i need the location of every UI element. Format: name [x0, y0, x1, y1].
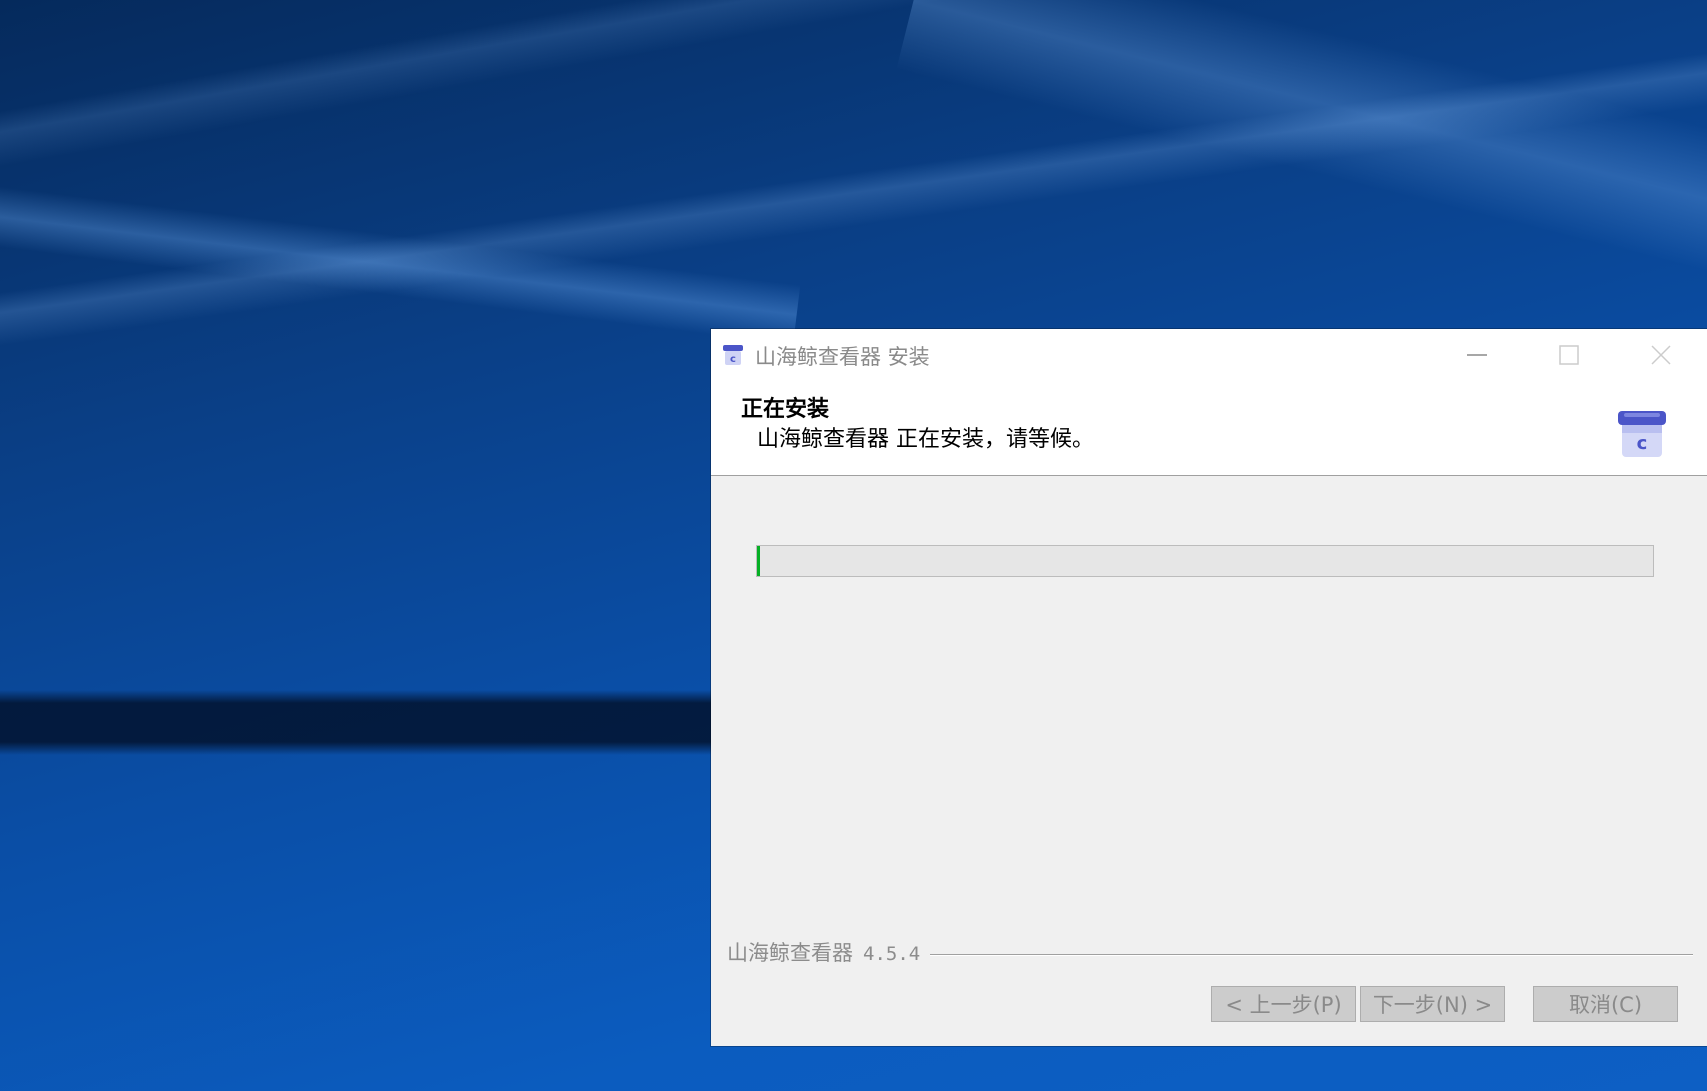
next-button[interactable]: 下一步(N) > — [1360, 986, 1505, 1022]
branding-name: 山海鲸查看器 — [727, 941, 853, 965]
progress-fill — [757, 546, 760, 576]
wallpaper-dark-band — [0, 690, 720, 755]
cancel-button[interactable]: 取消(C) — [1533, 986, 1678, 1022]
maximize-icon — [1559, 345, 1579, 365]
install-progress-bar — [756, 545, 1654, 577]
branding-text: 山海鲸查看器 4.5.4 — [727, 937, 931, 967]
close-icon — [1651, 345, 1671, 365]
page-subtitle: 山海鲸查看器 正在安装，请等候。 — [757, 427, 1094, 452]
installer-header: 正在安装 山海鲸查看器 正在安装，请等候。 c — [711, 381, 1707, 476]
svg-text:c: c — [730, 354, 736, 365]
window-title: 山海鲸查看器 安装 — [755, 345, 930, 369]
branding-version: 4.5.4 — [863, 943, 921, 965]
maximize-button[interactable] — [1523, 329, 1615, 381]
installer-box-icon: c — [720, 342, 746, 368]
wallpaper-light-streak — [0, 175, 801, 345]
page-title: 正在安装 — [741, 397, 830, 422]
wallpaper-light-streak — [896, 0, 1707, 287]
installer-window: c 山海鲸查看器 安装 正在安装 山海鲸查看器 正在安装，请等候。 c 山海鲸查… — [711, 329, 1707, 1046]
installer-box-icon: c — [1614, 409, 1670, 461]
back-button[interactable]: < 上一步(P) — [1211, 986, 1356, 1022]
title-bar[interactable]: c 山海鲸查看器 安装 — [711, 329, 1707, 381]
minimize-button[interactable] — [1431, 329, 1523, 381]
close-button[interactable] — [1615, 329, 1707, 381]
svg-text:c: c — [1637, 433, 1648, 454]
minimize-icon — [1467, 354, 1487, 356]
branding-line: 山海鲸查看器 4.5.4 — [727, 937, 1693, 967]
